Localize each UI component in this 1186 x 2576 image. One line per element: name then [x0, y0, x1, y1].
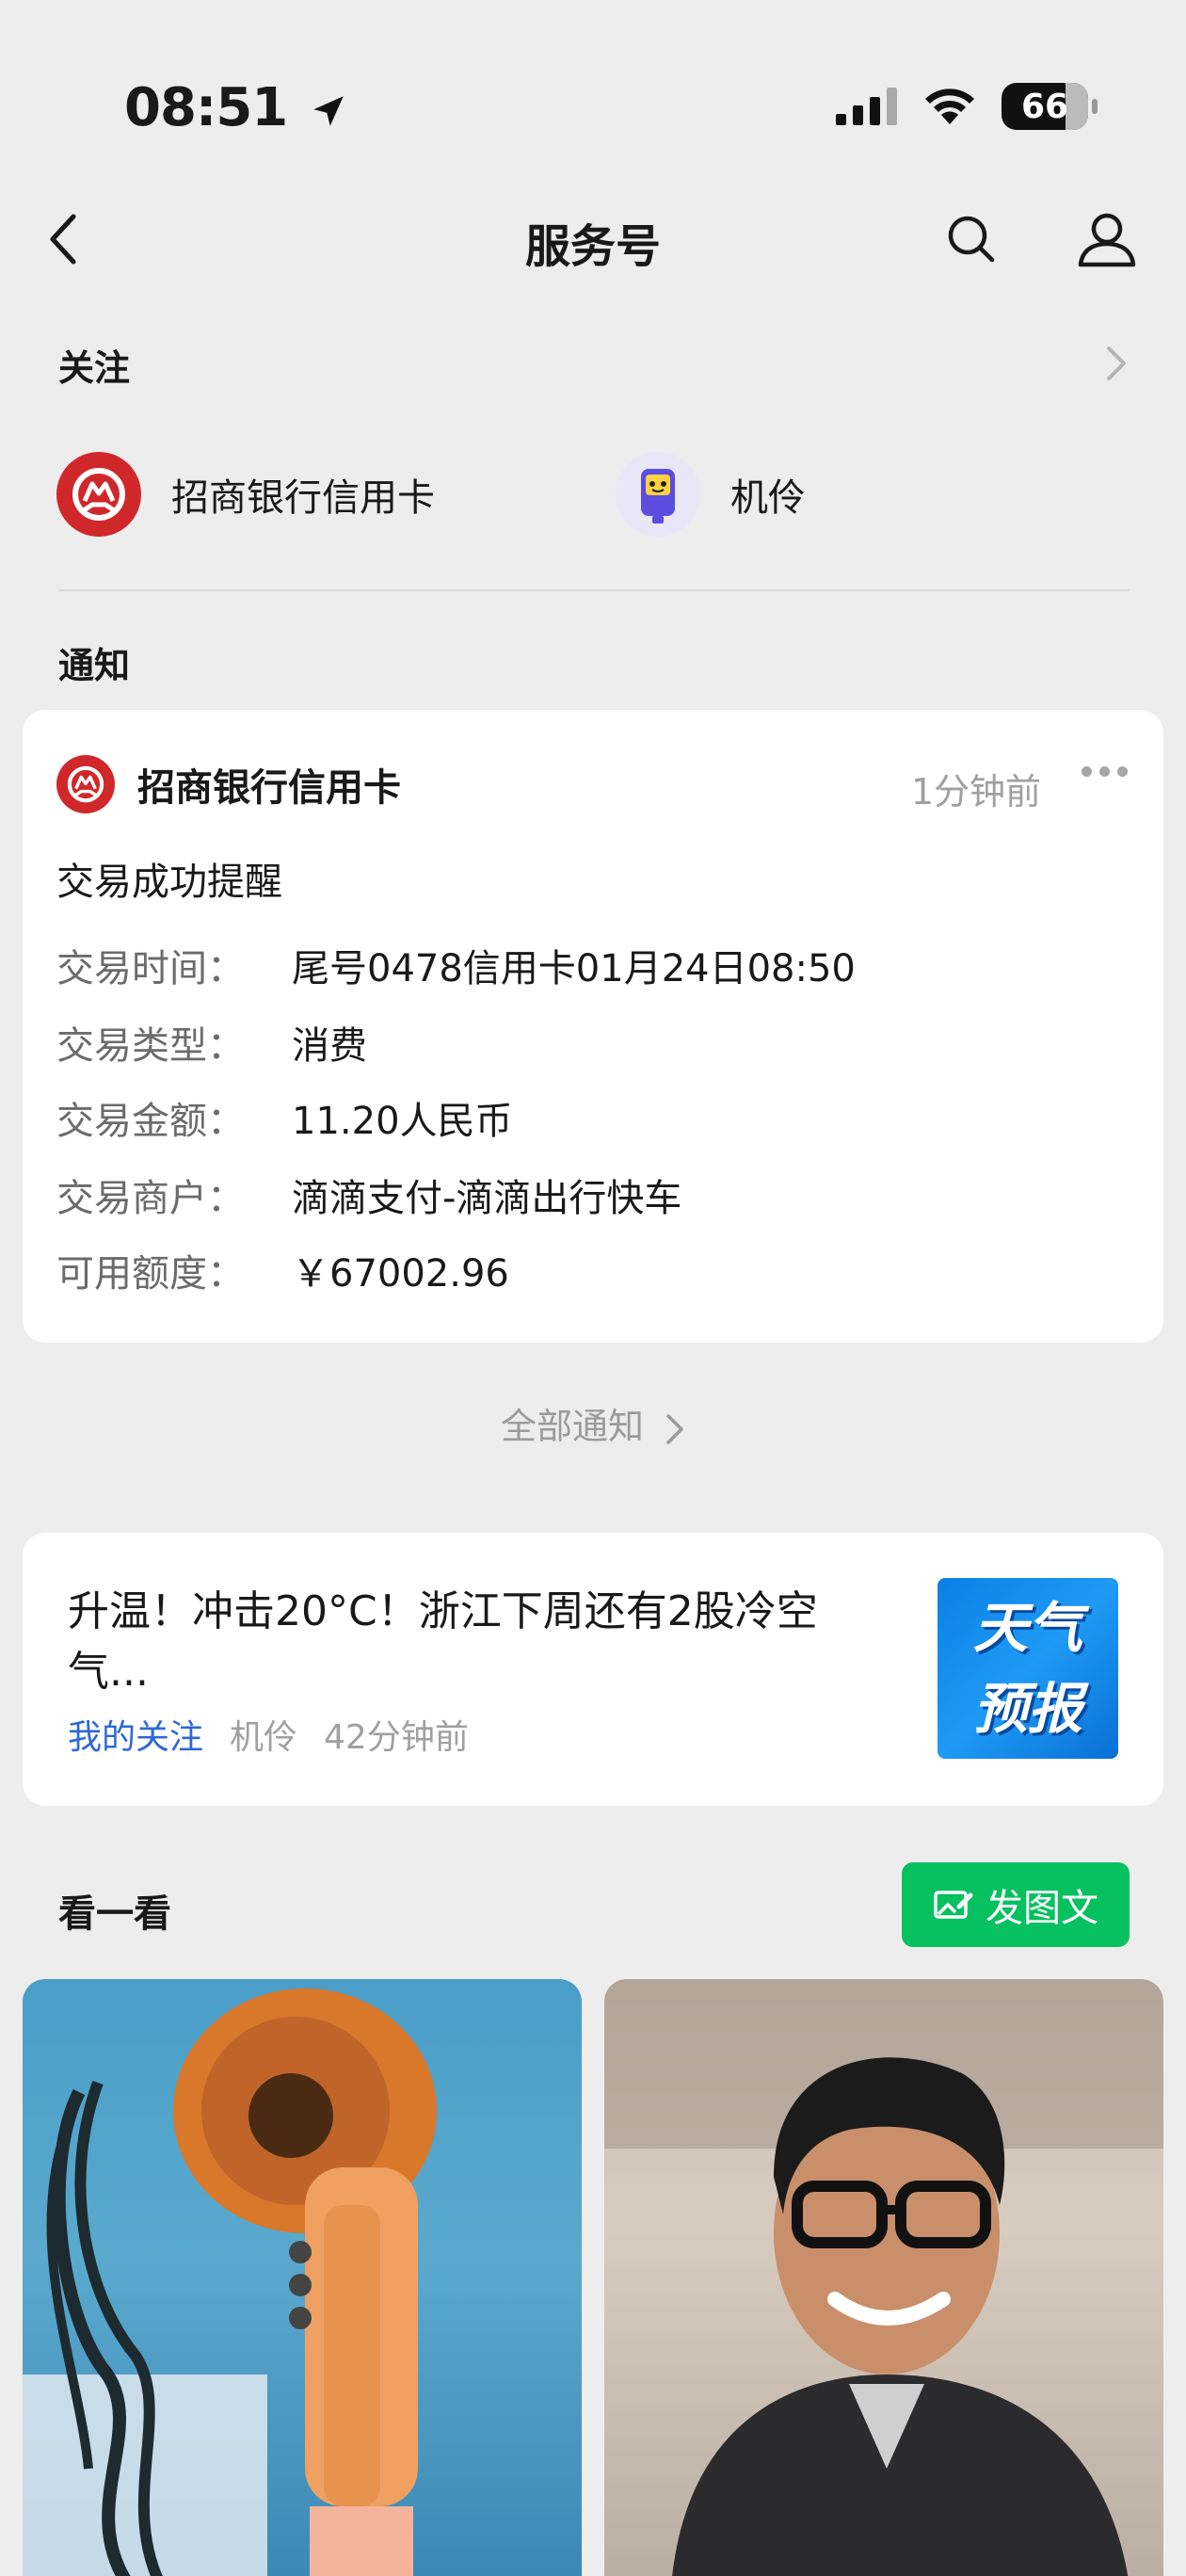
all-notifications-label: 全部通知 [500, 1406, 644, 1447]
feed-photo-portrait[interactable] [604, 1979, 1163, 2576]
article-title: 升温！冲击20°C！浙江下周还有2股冷空气... [68, 1587, 818, 1696]
field-value: ￥67002.96 [292, 1252, 509, 1296]
chevron-right-icon [666, 1413, 683, 1444]
field-row: 交易时间： 尾号0478信用卡01月24日08:50 [56, 938, 856, 992]
field-label: 交易商户： [56, 1177, 245, 1220]
user-icon [1078, 213, 1136, 267]
article-meta: 我的关注 机伶 42分钟前 [68, 1710, 469, 1759]
field-row: 交易金额： 11.20人民币 [56, 1090, 513, 1145]
more-dot-icon [1082, 766, 1092, 777]
field-row: 可用额度： ￥67002.96 [56, 1243, 509, 1297]
profile-button[interactable] [1069, 201, 1145, 277]
notification-header: 招商银行信用卡 [56, 755, 401, 813]
status-time: 08:51 [124, 77, 348, 138]
follow-item-label: 机伶 [730, 476, 806, 520]
article-tag: 我的关注 [68, 1718, 204, 1757]
portrait-image [604, 1979, 1163, 2576]
follow-item-cmb[interactable]: 招商银行信用卡 [56, 452, 435, 537]
feed-photo-hair-dryer[interactable] [23, 1979, 582, 2576]
field-row: 交易类型： 消费 [56, 1015, 367, 1070]
field-value: 消费 [292, 1024, 367, 1068]
status-icons: 66 [836, 83, 1098, 130]
thumb-line1: 天气 [972, 1596, 1082, 1660]
cmb-logo-icon [56, 452, 141, 537]
chevron-right-icon [1107, 346, 1126, 380]
article-thumbnail: 天气 预报 [938, 1578, 1118, 1759]
image-edit-icon [934, 1891, 973, 1919]
field-value: 滴滴支付-滴滴出行快车 [292, 1177, 682, 1220]
more-dot-icon [1099, 766, 1110, 777]
field-value: 11.20人民币 [292, 1100, 513, 1143]
look-section-label: 看一看 [58, 1892, 171, 1936]
field-row: 交易商户： 滴滴支付-滴滴出行快车 [56, 1167, 681, 1222]
search-button[interactable] [934, 201, 1009, 277]
wifi-icon [925, 89, 974, 124]
field-label: 交易时间： [56, 947, 245, 990]
field-label: 交易类型： [56, 1024, 245, 1068]
all-notifications-link[interactable]: 全部通知 [0, 1397, 1186, 1449]
hair-dryer-image [23, 1988, 437, 2576]
notification-card[interactable]: 招商银行信用卡 1分钟前 交易成功提醒 交易时间： 尾号0478信用卡01月24… [23, 710, 1163, 1343]
thumb-line2: 预报 [972, 1677, 1082, 1741]
notification-time: 1分钟前 [910, 771, 1041, 813]
section-divider [58, 589, 1130, 591]
cellular-signal-icon [836, 88, 897, 125]
article-source: 机伶 [230, 1718, 298, 1757]
field-value: 尾号0478信用卡01月24日08:50 [292, 947, 856, 990]
follow-more-button[interactable] [1103, 343, 1130, 388]
article-time: 42分钟前 [324, 1718, 469, 1757]
cmb-logo-icon [56, 755, 115, 813]
follow-item-jiling[interactable]: 机伶 [616, 452, 806, 537]
field-label: 可用额度： [56, 1252, 245, 1296]
notification-section-label: 通知 [58, 645, 131, 686]
battery-indicator: 66 [1002, 83, 1098, 130]
post-button-label: 发图文 [986, 1887, 1098, 1930]
post-image-text-button[interactable]: 发图文 [902, 1862, 1130, 1947]
follow-item-label: 招商银行信用卡 [171, 476, 435, 520]
notification-source: 招商银行信用卡 [137, 766, 401, 810]
field-label: 交易金额： [56, 1100, 245, 1143]
jiling-robot-icon [616, 452, 700, 537]
more-dot-icon [1117, 766, 1128, 777]
follow-section-label: 关注 [58, 347, 131, 389]
notification-title: 交易成功提醒 [56, 861, 282, 904]
search-icon [948, 216, 995, 263]
location-arrow-icon [313, 96, 344, 126]
article-card[interactable]: 升温！冲击20°C！浙江下周还有2股冷空气... 我的关注 机伶 42分钟前 天… [23, 1533, 1163, 1806]
more-options-button[interactable] [1082, 766, 1128, 777]
